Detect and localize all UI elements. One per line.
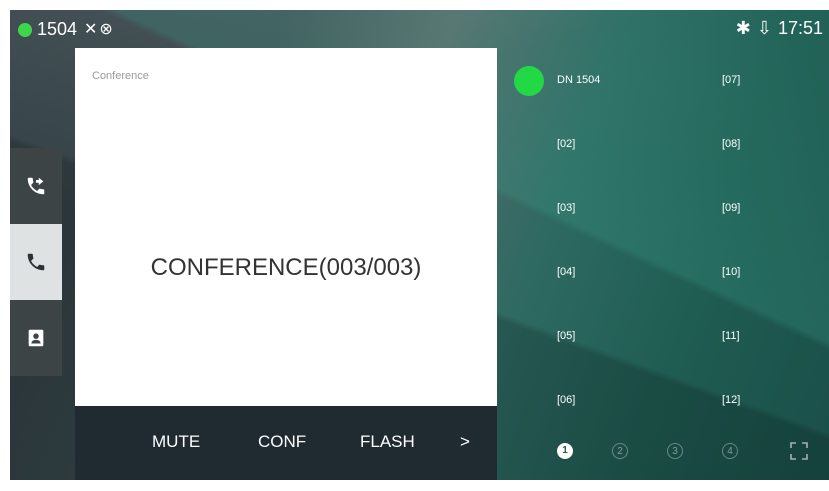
line-key-8[interactable]: [08] xyxy=(722,138,740,150)
line-key-9[interactable]: [09] xyxy=(722,202,740,214)
line-key-3[interactable]: [03] xyxy=(557,202,575,214)
call-forward-icon xyxy=(27,177,45,195)
conference-status: CONFERENCE(003/003) xyxy=(150,254,422,281)
more-softkeys-button[interactable]: > xyxy=(460,432,470,452)
contacts-icon xyxy=(28,329,44,347)
page-indicator-2[interactable]: 2 xyxy=(612,443,628,459)
card-title: Conference xyxy=(92,70,149,82)
status-right: ✱ ⇩ 17:51 xyxy=(730,18,823,39)
clock: 17:51 xyxy=(777,18,823,38)
expand-icon[interactable] xyxy=(790,442,808,460)
usb-icon: ⇩ xyxy=(756,18,772,38)
status-icons: ✕⊗ xyxy=(84,21,115,38)
registration-status-icon xyxy=(18,23,32,37)
nav-contacts[interactable] xyxy=(10,300,62,376)
flash-button[interactable]: FLASH xyxy=(360,432,415,452)
nav-call-forward[interactable] xyxy=(10,148,62,224)
line-key-2[interactable]: [02] xyxy=(557,138,575,150)
status-bar: 1504 ✕⊗ ✱ ⇩ 17:51 xyxy=(10,10,829,46)
line-status-icon xyxy=(514,66,544,96)
line-key-12[interactable]: [12] xyxy=(722,394,740,406)
line-key-1[interactable]: DN 1504 xyxy=(557,74,600,86)
line-key-4[interactable]: [04] xyxy=(557,266,575,278)
line-key-6[interactable]: [06] xyxy=(557,394,575,406)
line-key-5[interactable]: [05] xyxy=(557,330,575,342)
extension-number: 1504 xyxy=(37,19,78,39)
line-key-7[interactable]: [07] xyxy=(722,74,740,86)
line-key-10[interactable]: [10] xyxy=(722,266,740,278)
call-card: Conference CONFERENCE(003/003) xyxy=(75,48,497,406)
conf-button[interactable]: CONF xyxy=(258,432,306,452)
page-indicator-3[interactable]: 3 xyxy=(667,443,683,459)
line-key-11[interactable]: [11] xyxy=(722,330,740,342)
page-indicator-1[interactable]: 1 xyxy=(557,443,573,459)
page-indicator-4[interactable]: 4 xyxy=(722,443,738,459)
bluetooth-icon: ✱ xyxy=(735,18,751,38)
softkey-bar: MUTE CONF FLASH > xyxy=(75,406,497,480)
phone-icon xyxy=(27,253,45,271)
nav-phone[interactable] xyxy=(10,224,62,300)
mute-button[interactable]: MUTE xyxy=(152,432,200,452)
phone-screen: 1504 ✕⊗ ✱ ⇩ 17:51 Conference CONFERENCE(00… xyxy=(10,10,829,480)
